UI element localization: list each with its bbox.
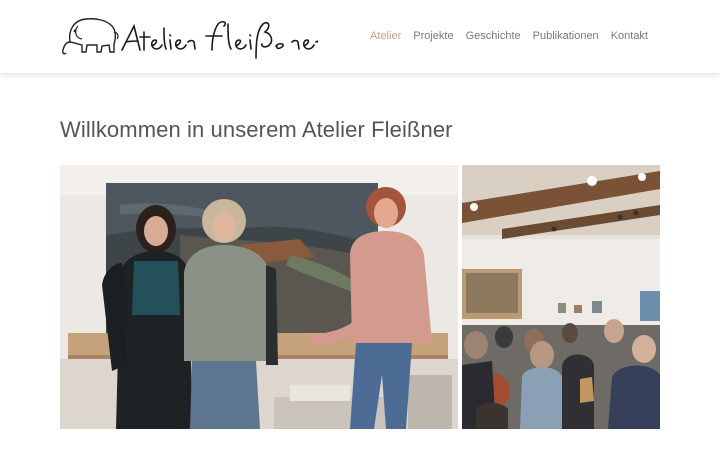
photo-gallery: [60, 165, 660, 429]
elephant-logo-icon: [62, 18, 318, 59]
main-nav: Atelier Projekte Geschichte Publikatione…: [370, 30, 648, 42]
nav-item-kontakt[interactable]: Kontakt: [611, 30, 648, 42]
nav-item-atelier[interactable]: Atelier: [370, 30, 401, 42]
gallery-photo-exhibition[interactable]: [462, 165, 660, 429]
main-content: Willkommen in unserem Atelier Fleißner: [0, 73, 720, 450]
nav-item-geschichte[interactable]: Geschichte: [466, 30, 521, 42]
page-title: Willkommen in unserem Atelier Fleißner: [60, 117, 453, 142]
nav-item-publikationen[interactable]: Publikationen: [533, 30, 599, 42]
site-logo[interactable]: [60, 12, 318, 62]
nav-item-projekte[interactable]: Projekte: [413, 30, 453, 42]
gallery-photo-artists[interactable]: [60, 165, 458, 429]
site-header: Atelier Projekte Geschichte Publikatione…: [0, 0, 720, 73]
artists-photo-image: [60, 165, 458, 429]
exhibition-photo-image: [462, 165, 660, 429]
